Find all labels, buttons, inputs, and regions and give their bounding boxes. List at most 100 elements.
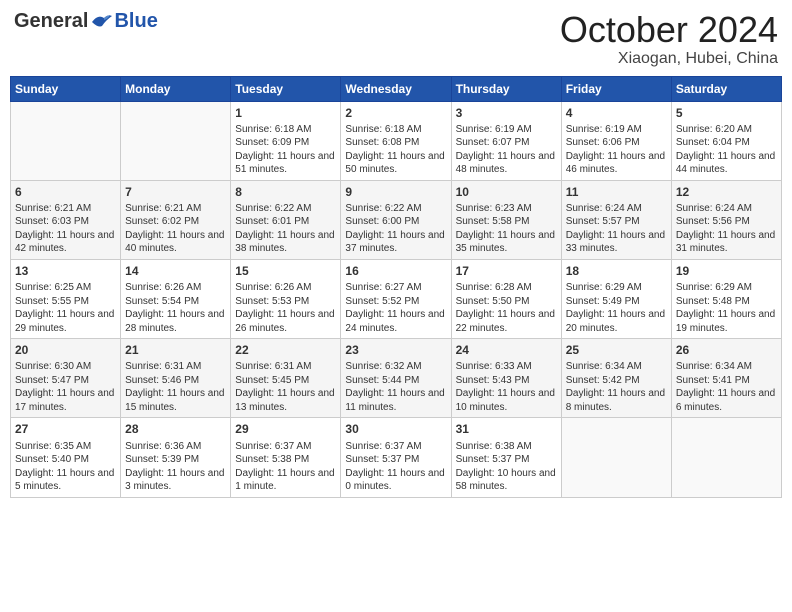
calendar-day-cell: 31 Sunrise: 6:38 AMSunset: 5:37 PMDayligh… (451, 418, 561, 497)
location-title: Xiaogan, Hubei, China (560, 50, 778, 68)
day-number: 10 (456, 184, 557, 200)
day-info: Sunrise: 6:21 AMSunset: 6:02 PMDaylight:… (125, 202, 226, 256)
day-number: 12 (676, 184, 777, 200)
calendar-day-cell: 14 Sunrise: 6:26 AMSunset: 5:54 PMDayligh… (121, 259, 231, 338)
calendar-day-cell: 13 Sunrise: 6:25 AMSunset: 5:55 PMDayligh… (11, 259, 121, 338)
day-number: 19 (676, 263, 777, 279)
logo-bird-icon (90, 12, 114, 32)
day-number: 23 (345, 342, 446, 358)
day-info: Sunrise: 6:18 AMSunset: 6:09 PMDaylight:… (235, 123, 336, 177)
day-number: 27 (15, 421, 116, 437)
day-info: Sunrise: 6:33 AMSunset: 5:43 PMDaylight:… (456, 360, 557, 414)
weekday-header-row: SundayMondayTuesdayWednesdayThursdayFrid… (11, 76, 782, 101)
day-info: Sunrise: 6:34 AMSunset: 5:42 PMDaylight:… (566, 360, 667, 414)
calendar-day-cell: 23Sunrise: 6:32 AMSunset: 5:44 PMDayligh… (341, 339, 451, 418)
day-number: 4 (566, 105, 667, 121)
logo: General Blue (14, 10, 158, 33)
calendar-body: 1 Sunrise: 6:18 AMSunset: 6:09 PMDaylight… (11, 101, 782, 497)
day-info: Sunrise: 6:34 AMSunset: 5:41 PMDaylight:… (676, 360, 777, 414)
day-info: Sunrise: 6:18 AMSunset: 6:08 PMDaylight:… (345, 123, 446, 177)
day-info: Sunrise: 6:22 AMSunset: 6:01 PMDaylight:… (235, 202, 336, 256)
calendar-day-cell: 19 Sunrise: 6:29 AMSunset: 5:48 PMDayligh… (671, 259, 781, 338)
calendar-week-row: 1 Sunrise: 6:18 AMSunset: 6:09 PMDaylight… (11, 101, 782, 180)
day-number: 8 (235, 184, 336, 200)
day-info: Sunrise: 6:26 AMSunset: 5:54 PMDaylight:… (125, 281, 226, 335)
day-number: 25 (566, 342, 667, 358)
day-info: Sunrise: 6:38 AMSunset: 5:37 PMDaylight:… (456, 440, 557, 494)
calendar-day-cell: 4Sunrise: 6:19 AMSunset: 6:06 PMDaylight… (561, 101, 671, 180)
day-info: Sunrise: 6:19 AMSunset: 6:07 PMDaylight:… (456, 123, 557, 177)
day-info: Sunrise: 6:31 AMSunset: 5:45 PMDaylight:… (235, 360, 336, 414)
day-info: Sunrise: 6:29 AMSunset: 5:49 PMDaylight:… (566, 281, 667, 335)
day-info: Sunrise: 6:23 AMSunset: 5:58 PMDaylight:… (456, 202, 557, 256)
calendar-day-cell: 17 Sunrise: 6:28 AMSunset: 5:50 PMDayligh… (451, 259, 561, 338)
day-number: 15 (235, 263, 336, 279)
day-number: 22 (235, 342, 336, 358)
weekday-header-cell: Thursday (451, 76, 561, 101)
day-info: Sunrise: 6:29 AMSunset: 5:48 PMDaylight:… (676, 281, 777, 335)
day-number: 21 (125, 342, 226, 358)
day-info: Sunrise: 6:22 AMSunset: 6:00 PMDaylight:… (345, 202, 446, 256)
day-number: 13 (15, 263, 116, 279)
calendar-day-cell: 18 Sunrise: 6:29 AMSunset: 5:49 PMDayligh… (561, 259, 671, 338)
day-number: 9 (345, 184, 446, 200)
calendar-day-cell: 27 Sunrise: 6:35 AMSunset: 5:40 PMDayligh… (11, 418, 121, 497)
day-number: 2 (345, 105, 446, 121)
calendar-day-cell: 15 Sunrise: 6:26 AMSunset: 5:53 PMDayligh… (231, 259, 341, 338)
calendar-day-cell: 24 Sunrise: 6:33 AMSunset: 5:43 PMDayligh… (451, 339, 561, 418)
calendar-week-row: 13 Sunrise: 6:25 AMSunset: 5:55 PMDayligh… (11, 259, 782, 338)
calendar-day-cell: 22 Sunrise: 6:31 AMSunset: 5:45 PMDayligh… (231, 339, 341, 418)
calendar-day-cell (121, 101, 231, 180)
day-number: 28 (125, 421, 226, 437)
calendar-day-cell: 12Sunrise: 6:24 AMSunset: 5:56 PMDayligh… (671, 180, 781, 259)
title-block: October 2024 Xiaogan, Hubei, China (560, 10, 778, 68)
calendar-day-cell: 1 Sunrise: 6:18 AMSunset: 6:09 PMDaylight… (231, 101, 341, 180)
page-header: General Blue October 2024 Xiaogan, Hubei… (10, 10, 782, 68)
calendar-week-row: 6Sunrise: 6:21 AMSunset: 6:03 PMDaylight… (11, 180, 782, 259)
day-info: Sunrise: 6:25 AMSunset: 5:55 PMDaylight:… (15, 281, 116, 335)
day-info: Sunrise: 6:37 AMSunset: 5:37 PMDaylight:… (345, 440, 446, 494)
day-info: Sunrise: 6:28 AMSunset: 5:50 PMDaylight:… (456, 281, 557, 335)
weekday-header-cell: Monday (121, 76, 231, 101)
weekday-header-cell: Saturday (671, 76, 781, 101)
day-number: 14 (125, 263, 226, 279)
day-number: 17 (456, 263, 557, 279)
day-number: 24 (456, 342, 557, 358)
calendar-table: SundayMondayTuesdayWednesdayThursdayFrid… (10, 76, 782, 498)
day-number: 18 (566, 263, 667, 279)
calendar-day-cell: 9 Sunrise: 6:22 AMSunset: 6:00 PMDaylight… (341, 180, 451, 259)
calendar-day-cell: 21Sunrise: 6:31 AMSunset: 5:46 PMDayligh… (121, 339, 231, 418)
day-number: 1 (235, 105, 336, 121)
calendar-day-cell: 8 Sunrise: 6:22 AMSunset: 6:01 PMDaylight… (231, 180, 341, 259)
day-number: 20 (15, 342, 116, 358)
day-number: 5 (676, 105, 777, 121)
calendar-day-cell: 6Sunrise: 6:21 AMSunset: 6:03 PMDaylight… (11, 180, 121, 259)
day-number: 31 (456, 421, 557, 437)
calendar-day-cell: 28Sunrise: 6:36 AMSunset: 5:39 PMDayligh… (121, 418, 231, 497)
day-number: 6 (15, 184, 116, 200)
day-info: Sunrise: 6:35 AMSunset: 5:40 PMDaylight:… (15, 440, 116, 494)
day-info: Sunrise: 6:24 AMSunset: 5:57 PMDaylight:… (566, 202, 667, 256)
day-number: 30 (345, 421, 446, 437)
calendar-day-cell: 7 Sunrise: 6:21 AMSunset: 6:02 PMDaylight… (121, 180, 231, 259)
day-info: Sunrise: 6:27 AMSunset: 5:52 PMDaylight:… (345, 281, 446, 335)
month-title: October 2024 (560, 10, 778, 50)
weekday-header-cell: Wednesday (341, 76, 451, 101)
day-info: Sunrise: 6:26 AMSunset: 5:53 PMDaylight:… (235, 281, 336, 335)
day-info: Sunrise: 6:30 AMSunset: 5:47 PMDaylight:… (15, 360, 116, 414)
calendar-day-cell: 11Sunrise: 6:24 AMSunset: 5:57 PMDayligh… (561, 180, 671, 259)
day-number: 29 (235, 421, 336, 437)
calendar-week-row: 27 Sunrise: 6:35 AMSunset: 5:40 PMDayligh… (11, 418, 782, 497)
calendar-day-cell: 5Sunrise: 6:20 AMSunset: 6:04 PMDaylight… (671, 101, 781, 180)
day-number: 7 (125, 184, 226, 200)
weekday-header-cell: Friday (561, 76, 671, 101)
calendar-day-cell (11, 101, 121, 180)
logo-general-text: General (14, 10, 88, 33)
calendar-day-cell (671, 418, 781, 497)
calendar-day-cell: 16Sunrise: 6:27 AMSunset: 5:52 PMDayligh… (341, 259, 451, 338)
calendar-day-cell (561, 418, 671, 497)
calendar-week-row: 20 Sunrise: 6:30 AMSunset: 5:47 PMDayligh… (11, 339, 782, 418)
calendar-day-cell: 25 Sunrise: 6:34 AMSunset: 5:42 PMDayligh… (561, 339, 671, 418)
calendar-day-cell: 3Sunrise: 6:19 AMSunset: 6:07 PMDaylight… (451, 101, 561, 180)
calendar-day-cell: 2 Sunrise: 6:18 AMSunset: 6:08 PMDaylight… (341, 101, 451, 180)
